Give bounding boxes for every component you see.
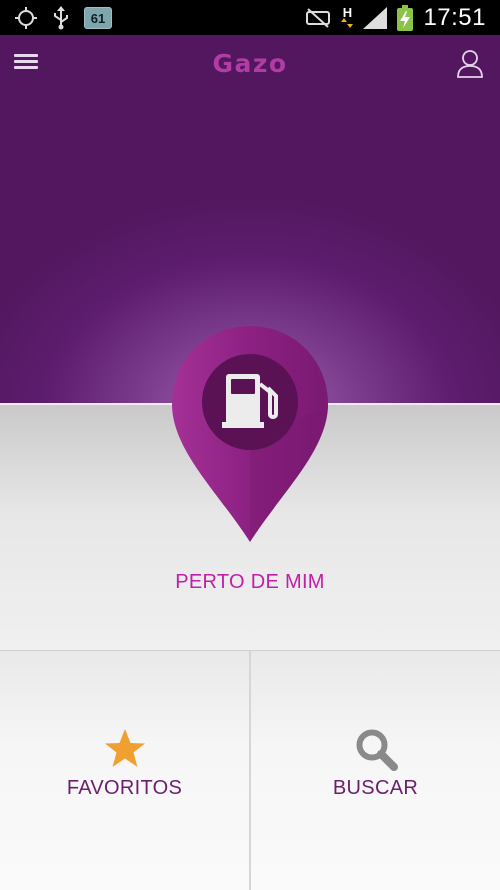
app-top-bar: Gazo [0, 35, 500, 91]
hsdpa-icon: H [341, 5, 354, 28]
nearby-pin-button[interactable] [168, 322, 332, 546]
user-icon [457, 50, 483, 78]
app-logo: Gazo [212, 49, 288, 78]
battery-charging-icon [397, 5, 414, 31]
gps-icon [14, 6, 38, 30]
notification-61-icon: 61 [84, 7, 112, 29]
search-button[interactable]: BUSCAR [251, 651, 500, 890]
favorites-label: FAVORITOS [66, 777, 183, 799]
status-bar: 61 H 17:51 [0, 0, 500, 35]
network-type-label: H [342, 5, 353, 20]
clock: 17:51 [423, 4, 486, 31]
search-label: BUSCAR [332, 777, 419, 799]
nearby-label[interactable]: PERTO DE MIM [0, 571, 500, 594]
favorites-button[interactable]: FAVORITOS [0, 651, 249, 890]
bottom-actions: FAVORITOS BUSCAR [0, 650, 500, 890]
search-icon [356, 729, 398, 771]
star-icon [104, 729, 145, 767]
profile-button[interactable] [456, 49, 484, 79]
usb-icon [52, 6, 70, 30]
mute-icon [305, 7, 331, 29]
signal-icon [363, 7, 388, 29]
